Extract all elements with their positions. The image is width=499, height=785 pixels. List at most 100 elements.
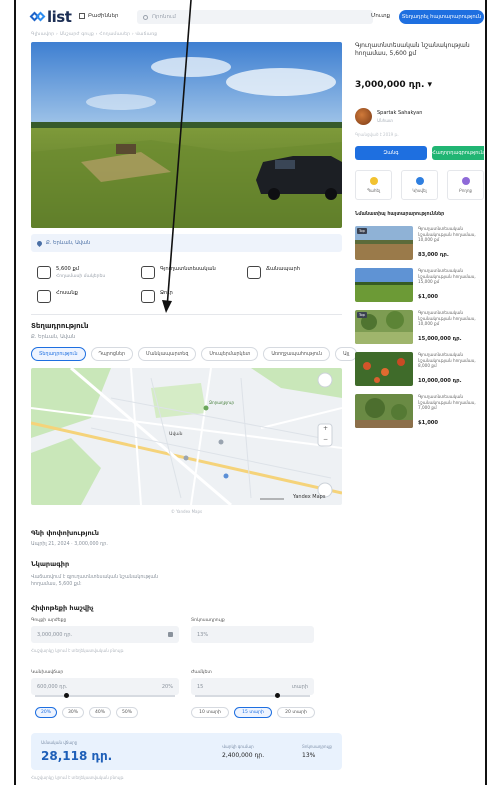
poi-tab[interactable]: Այլ <box>335 347 358 361</box>
frame-right-border <box>485 0 487 785</box>
similar-listing[interactable]: Գյուղատնտեսական նշանակության հողամաս, 7,… <box>355 394 484 434</box>
feature-value: Հոսանք <box>56 290 78 296</box>
poi-tab[interactable]: Տեղադրություն <box>31 347 86 361</box>
similar-title-text: Գյուղատնտեսական նշանակության հողամաս, 8,… <box>418 352 476 369</box>
price-value: 3,000,000 դր. <box>37 631 73 638</box>
similar-thumb <box>355 394 413 428</box>
similar-title-text: Գյուղատնտեսական նշանակության հողամաս, 15… <box>418 268 476 285</box>
price-history-title: Գնի փոփոխություն <box>31 529 99 537</box>
downpayment-option[interactable]: 30% <box>62 707 84 718</box>
poi-tab[interactable]: Սուպերմարկետ <box>201 347 259 361</box>
map-label: Ավան <box>169 432 183 437</box>
road-icon <box>247 266 261 279</box>
seller-card[interactable]: Spartak Sahakyan Անհատ <box>355 108 422 125</box>
location-map[interactable]: Ավան Ձորաղբյուր Yandex Maps + − <box>31 368 342 505</box>
downpayment-slider-handle[interactable] <box>64 693 69 698</box>
poi-tab[interactable]: Առողջապահություն <box>263 347 331 361</box>
map-credit: © Yandex Maps <box>170 509 203 514</box>
mortgage-result: Ամսական վճարը 28,118 դր. Վարկի գումար 2,… <box>31 733 342 770</box>
term-field[interactable]: 15 տարի <box>191 678 314 695</box>
poi-tab[interactable]: Դպրոցներ <box>90 347 134 361</box>
similar-price: 10,000,000 դր. <box>418 378 462 384</box>
poi-tabs: Տեղադրություն Դպրոցներ Մանկապարտեզ Սուպե… <box>31 347 358 361</box>
seller-type: Անհատ <box>377 118 393 123</box>
star-icon <box>369 177 378 185</box>
feature-road: Ճանապարհ <box>247 266 300 279</box>
message-button[interactable]: Հաղորդագրություն <box>432 146 484 160</box>
seller-name: Spartak Sahakyan <box>377 110 423 116</box>
feature-label: Հողամասի մակերես <box>56 274 106 279</box>
similar-title-text: Գյուղատնտեսական նշանակության հողամաս, 10… <box>418 226 476 243</box>
rate-field[interactable]: 13% <box>191 626 314 643</box>
term-option[interactable]: 15 տարի <box>234 707 272 718</box>
similar-listing[interactable]: Top Գյուղատնտեսական նշանակության հողամաս… <box>355 226 484 266</box>
loan-label: Վարկի գումար <box>222 744 254 749</box>
calculator-footnote: Հաշվարկը կրում է տեղեկատվական բնույթ <box>31 775 124 780</box>
feature-value: 5,600 քմ <box>56 266 80 272</box>
downpayment-value: 600,000 դր. <box>37 683 68 690</box>
similar-price: 15,000,000 դր. <box>418 336 462 342</box>
pin-icon <box>35 239 44 247</box>
term-option[interactable]: 20 տարի <box>277 707 315 718</box>
downpayment-percent: 20% <box>161 683 173 690</box>
similar-price: $1,000 <box>418 294 439 300</box>
term-value: 15 <box>197 683 204 690</box>
listing-price[interactable]: 3,000,000 դր. ▾ <box>355 80 432 90</box>
search-placeholder: Որոնում <box>152 14 176 20</box>
zoom-out-icon[interactable]: − <box>323 436 328 443</box>
zoom-in-icon[interactable]: + <box>323 425 328 432</box>
similar-tag: Top <box>357 312 367 318</box>
location-chip[interactable]: Ք. Երևան, Ավան <box>31 234 342 252</box>
term-slider-track[interactable] <box>195 695 310 697</box>
categories-button[interactable]: Բաժիններ <box>79 13 118 19</box>
grid-icon <box>79 13 85 19</box>
water-icon <box>141 290 155 303</box>
similar-tag: Top <box>357 228 367 234</box>
location-subtitle: Ք. Երևան, Ավան <box>31 334 76 340</box>
downpayment-option[interactable]: 50% <box>116 707 138 718</box>
share-icon <box>415 177 424 185</box>
login-link[interactable]: Մուտք <box>371 13 390 19</box>
feature-water: Ջուր <box>141 290 173 303</box>
monthly-label: Ամսական վճարը <box>41 740 78 745</box>
downpayment-slider-track[interactable] <box>35 695 175 697</box>
land-icon <box>141 266 155 279</box>
loan-value: 2,400,000 դր. <box>222 752 265 759</box>
listing-photo[interactable] <box>31 42 342 228</box>
electricity-icon <box>37 290 51 303</box>
similar-thumb <box>355 352 413 386</box>
rate-value: 13% <box>197 631 209 638</box>
calculator-title: Հիփոթեքի հաշվիչ <box>31 604 94 612</box>
logo[interactable]: list <box>29 8 72 26</box>
call-button[interactable]: Զանգ <box>355 146 427 160</box>
poi-tab[interactable]: Մանկապարտեզ <box>138 347 197 361</box>
downpayment-field[interactable]: 600,000 դր. 20% <box>31 678 179 695</box>
feature-electricity: Հոսանք <box>37 290 78 303</box>
price-field[interactable]: 3,000,000 դր. <box>31 626 179 643</box>
downpayment-option[interactable]: 20% <box>35 707 57 718</box>
downpayment-option[interactable]: 40% <box>89 707 111 718</box>
breadcrumb[interactable]: Գլխավոր › Անշարժ գույք › Հողամասեր › Վաճ… <box>31 32 157 37</box>
similar-listing[interactable]: Գյուղատնտեսական նշանակության հողամաս, 8,… <box>355 352 484 392</box>
report-button[interactable]: Բողոք <box>447 170 484 200</box>
term-label: Ժամկետ <box>191 670 212 675</box>
action-label: Բողոք <box>458 188 473 193</box>
page: list Բաժիններ Որոնում Մուտք Տեղադրել հայ… <box>17 0 484 785</box>
save-button[interactable]: Պահել <box>355 170 392 200</box>
logo-icon <box>29 10 46 24</box>
logo-text: list <box>47 8 72 26</box>
flag-icon <box>461 177 470 185</box>
similar-listing[interactable]: Գյուղատնտեսական նշանակության հողամաս, 15… <box>355 268 484 308</box>
share-button[interactable]: Կիսվել <box>401 170 438 200</box>
downpayment-label: Կանխավճար <box>31 670 64 675</box>
search-icon <box>143 14 148 20</box>
similar-listing[interactable]: Top Գյուղատնտեսական նշանակության հողամաս… <box>355 310 484 350</box>
description-text: Վաճառվում է գյուղատնտեսական նշանակության… <box>31 575 159 587</box>
avatar <box>355 108 372 125</box>
term-option[interactable]: 10 տարի <box>191 707 229 718</box>
divider <box>31 314 342 315</box>
term-slider-handle[interactable] <box>275 693 280 698</box>
search-input[interactable]: Որոնում <box>137 10 373 24</box>
post-ad-button[interactable]: Տեղադրել հայտարարություն <box>399 10 484 24</box>
action-row: Պահել Կիսվել Բողոք <box>355 170 484 200</box>
